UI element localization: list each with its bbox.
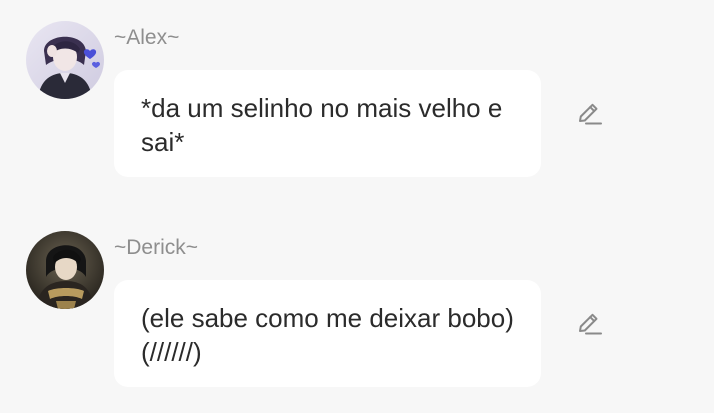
avatar-image <box>26 21 104 99</box>
avatar-image <box>26 231 104 309</box>
message-bubble: (ele sabe como me deixar bobo) (//////) <box>114 280 541 387</box>
message-text: *da um selinho no mais velho e sai* <box>141 93 503 157</box>
pencil-icon[interactable] <box>575 100 603 128</box>
avatar[interactable] <box>26 231 104 309</box>
username[interactable]: ~Derick~ <box>114 236 198 260</box>
avatar[interactable] <box>26 21 104 99</box>
pencil-icon[interactable] <box>575 310 603 338</box>
message-bubble: *da um selinho no mais velho e sai* <box>114 70 541 177</box>
username[interactable]: ~Alex~ <box>114 26 179 50</box>
message-text: (ele sabe como me deixar bobo) (//////) <box>141 303 514 367</box>
